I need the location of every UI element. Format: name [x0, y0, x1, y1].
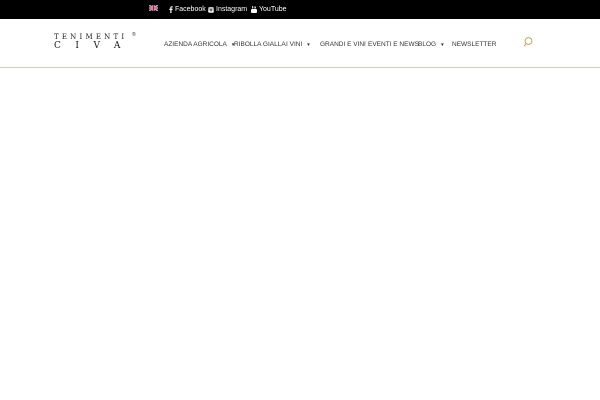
logo-registered-mark: ®: [132, 32, 136, 38]
facebook-icon: [169, 6, 173, 13]
nav-item-label: I VINI: [286, 40, 303, 48]
instagram-icon: [208, 6, 214, 13]
nav-item-azienda-agricola[interactable]: AZIENDA AGRICOLA ▼: [164, 38, 235, 50]
caret-down-icon: ▼: [440, 41, 445, 47]
nav-item-newsletter[interactable]: NEWSLETTER: [452, 38, 496, 50]
youtube-link[interactable]: YouTube: [251, 0, 287, 19]
logo-line-2: CIVA: [54, 41, 135, 51]
nav-item-i-vini[interactable]: I VINI ▼: [286, 38, 311, 50]
caret-down-icon: ▼: [306, 41, 311, 47]
nav-item-eventi-e-news[interactable]: EVENTI E NEWS: [368, 38, 419, 50]
instagram-label: Instagram: [216, 6, 248, 13]
search-button[interactable]: [522, 35, 534, 47]
header-divider: [0, 67, 600, 68]
nav-item-label: AZIENDA AGRICOLA: [164, 40, 227, 48]
top-bar: Facebook Instagram YouTube: [0, 0, 600, 19]
logo-line-1: TENIMENTI: [54, 33, 128, 41]
nav-item-label: EVENTI E NEWS: [368, 40, 419, 48]
youtube-icon: [251, 6, 257, 13]
nav-item-label: NEWSLETTER: [452, 40, 497, 48]
facebook-label: Facebook: [175, 6, 206, 13]
facebook-link[interactable]: Facebook: [169, 0, 206, 19]
nav-item-label: BLOG: [418, 40, 437, 48]
uk-flag-icon[interactable]: [149, 5, 158, 11]
nav-item-grandi-e-vini[interactable]: GRANDI E VINI: [320, 38, 366, 50]
search-icon: [523, 37, 533, 47]
nav-item-label: GRANDI E VINI: [320, 40, 366, 48]
nav-item-label: RIBOLLA GIALLA: [234, 40, 286, 48]
site-logo[interactable]: TENIMENTI ® CIVA: [54, 32, 138, 53]
nav-item-ribolla-gialla[interactable]: RIBOLLA GIALLA: [234, 38, 286, 50]
instagram-link[interactable]: Instagram: [208, 0, 247, 19]
youtube-label: YouTube: [259, 6, 287, 13]
nav-item-blog[interactable]: BLOG ▼: [418, 38, 445, 50]
